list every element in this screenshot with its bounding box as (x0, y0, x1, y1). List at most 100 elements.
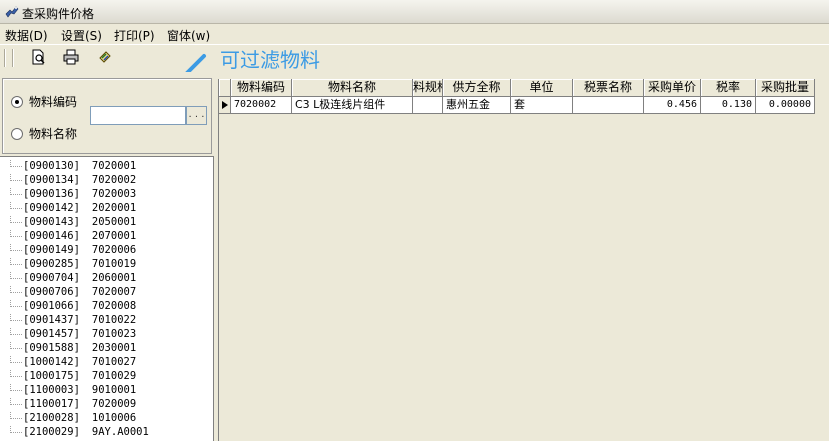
tree-item-code: [2100029] (23, 426, 80, 438)
tree-branch-icon (10, 188, 22, 195)
tree-item-id: 9AY.A0001 (91, 426, 149, 438)
tree-item-id: 7010019 (91, 258, 137, 270)
col-tax-name-header[interactable]: 税票名称 (573, 79, 644, 97)
tree-item[interactable]: [0900143] 2050001 (10, 216, 136, 230)
menu-settings[interactable]: 设置(S) (61, 27, 102, 44)
radio-material-name[interactable]: 物料名称 (11, 125, 77, 142)
tree-item-id: 7020007 (91, 286, 137, 298)
col-unit-cell[interactable]: 套 (511, 97, 573, 114)
tree-branch-icon (10, 412, 22, 419)
tree-item[interactable]: [0900134] 7020002 (10, 174, 136, 188)
col-material-name-header[interactable]: 物料名称 (292, 79, 413, 97)
tree-item[interactable]: [0901066] 7020008 (10, 300, 136, 314)
tree-item-code: [0900704] (23, 272, 80, 284)
toolbar (0, 44, 829, 70)
tree-branch-icon (10, 328, 22, 335)
radio-material-code[interactable]: 物料编码 (11, 93, 77, 110)
tree-item-code: [0900706] (23, 286, 80, 298)
menu-data[interactable]: 数据(D) (5, 27, 48, 44)
col-tax-rate-cell[interactable]: 0.130 (701, 97, 756, 114)
filter-input[interactable] (90, 106, 186, 125)
col-unit-price-cell[interactable]: 0.456 (644, 97, 701, 114)
tree-item-code: [0901437] (23, 314, 80, 326)
tree-branch-icon (10, 202, 22, 209)
tree-item-id: 7020009 (91, 398, 137, 410)
browse-button[interactable]: . . . (186, 106, 207, 125)
tree-branch-icon (10, 300, 22, 307)
col-unit-header[interactable]: 单位 (511, 79, 573, 97)
tree-item-id: 2050001 (91, 216, 137, 228)
radio-material-code-label: 物料编码 (29, 95, 78, 109)
tree-branch-icon (10, 258, 22, 265)
col-batch-cell[interactable]: 0.00000 (756, 97, 815, 114)
tree-item[interactable]: [0900149] 7020006 (10, 244, 136, 258)
tree-branch-icon (10, 384, 22, 391)
tree-item[interactable]: [0900704] 2060001 (10, 272, 136, 286)
tree-item-id: 9010001 (91, 384, 137, 396)
tree-item-code: [1100003] (23, 384, 80, 396)
tree-item-id: 7010029 (91, 370, 137, 382)
export-button[interactable] (94, 47, 116, 67)
preview-button[interactable] (28, 47, 50, 67)
col-tax-rate-header[interactable]: 税率 (701, 79, 756, 97)
radio-unselected-icon (11, 127, 23, 140)
col-supplier-cell[interactable]: 惠州五金 (443, 97, 511, 114)
col-spec-header[interactable]: 料规格 (413, 79, 443, 97)
tree-branch-icon (10, 174, 22, 181)
tree-item[interactable]: [0900146] 2070001 (10, 230, 136, 244)
tree-item[interactable]: [2100029] 9AY.A0001 (10, 426, 149, 440)
col-material-code-header[interactable]: 物料编码 (231, 79, 292, 97)
print-button[interactable] (60, 47, 82, 67)
tree-item[interactable]: [1000175] 7010029 (10, 370, 136, 384)
tree-item[interactable]: [2100028] 1010006 (10, 412, 136, 426)
col-material-code-cell[interactable]: 7020002 (231, 97, 292, 114)
grid-corner (219, 79, 231, 97)
tree-item-code: [0900143] (23, 216, 80, 228)
tree-branch-icon (10, 272, 22, 279)
print-icon (63, 49, 79, 65)
tree-item[interactable]: [0900142] 2020001 (10, 202, 136, 216)
tree-item-id: 7020003 (91, 188, 137, 200)
tree-item-id: 7020006 (91, 244, 137, 256)
export-icon (99, 51, 111, 63)
tree-item-code: [1100017] (23, 398, 80, 410)
tree-item[interactable]: [0900706] 7020007 (10, 286, 136, 300)
tree-item[interactable]: [0901457] 7010023 (10, 328, 136, 342)
menu-print[interactable]: 打印(P) (114, 27, 155, 44)
toolbar-grip (4, 49, 6, 67)
tree-item-code: [0900285] (23, 258, 80, 270)
preview-icon (32, 49, 45, 65)
tree-item[interactable]: [1100017] 7020009 (10, 398, 136, 412)
col-batch-header[interactable]: 采购批量 (756, 79, 815, 97)
material-tree[interactable]: [0900130] 7020001 [0900134] 7020002 [0900136… (0, 156, 214, 441)
tree-branch-icon (10, 356, 22, 363)
tree-item[interactable]: [1100003] 9010001 (10, 384, 136, 398)
tree-item-id: 2030001 (91, 342, 137, 354)
col-spec-cell[interactable] (413, 97, 443, 114)
tree-item[interactable]: [0901588] 2030001 (10, 342, 136, 356)
table-row[interactable]: 7020002 C3 L极连线片组件 惠州五金套 0.456 0.130 0.00000 (219, 97, 829, 114)
tree-item[interactable]: [1000142] 7010027 (10, 356, 136, 370)
tree-item[interactable]: [0900130] 7020001 (10, 160, 136, 174)
menu-window[interactable]: 窗体(w) (167, 27, 210, 44)
col-unit-price-header[interactable]: 采购单价 (644, 79, 701, 97)
tree-item-id: 7020008 (91, 300, 137, 312)
col-supplier-header[interactable]: 供方全称 (443, 79, 511, 97)
tree-branch-icon (10, 426, 22, 433)
tree-item[interactable]: [0900285] 7010019 (10, 258, 136, 272)
tree-item[interactable]: [0901437] 7010022 (10, 314, 136, 328)
title-bar: 查采购件价格 (0, 0, 829, 24)
col-tax-name-cell[interactable] (573, 97, 644, 114)
filter-group: 物料编码 物料名称 . . . (2, 78, 212, 154)
tree-item-id: 7020002 (91, 174, 137, 186)
tree-item[interactable]: [0900136] 7020003 (10, 188, 136, 202)
price-grid: 物料编码物料名称料规格供方全称单位税票名称采购单价税率采购批量 7020002C… (218, 79, 829, 441)
tree-item-code: [1000142] (23, 356, 80, 368)
tree-branch-icon (10, 314, 22, 321)
tree-item-code: [0900149] (23, 244, 80, 256)
radio-selected-icon (11, 95, 23, 108)
annotation-label: 可过滤物料 (220, 48, 320, 72)
tree-item-id: 7010022 (91, 314, 137, 326)
col-material-name-cell[interactable]: C3 L极连线片组件 (292, 97, 413, 114)
tree-item-code: [0900142] (23, 202, 80, 214)
